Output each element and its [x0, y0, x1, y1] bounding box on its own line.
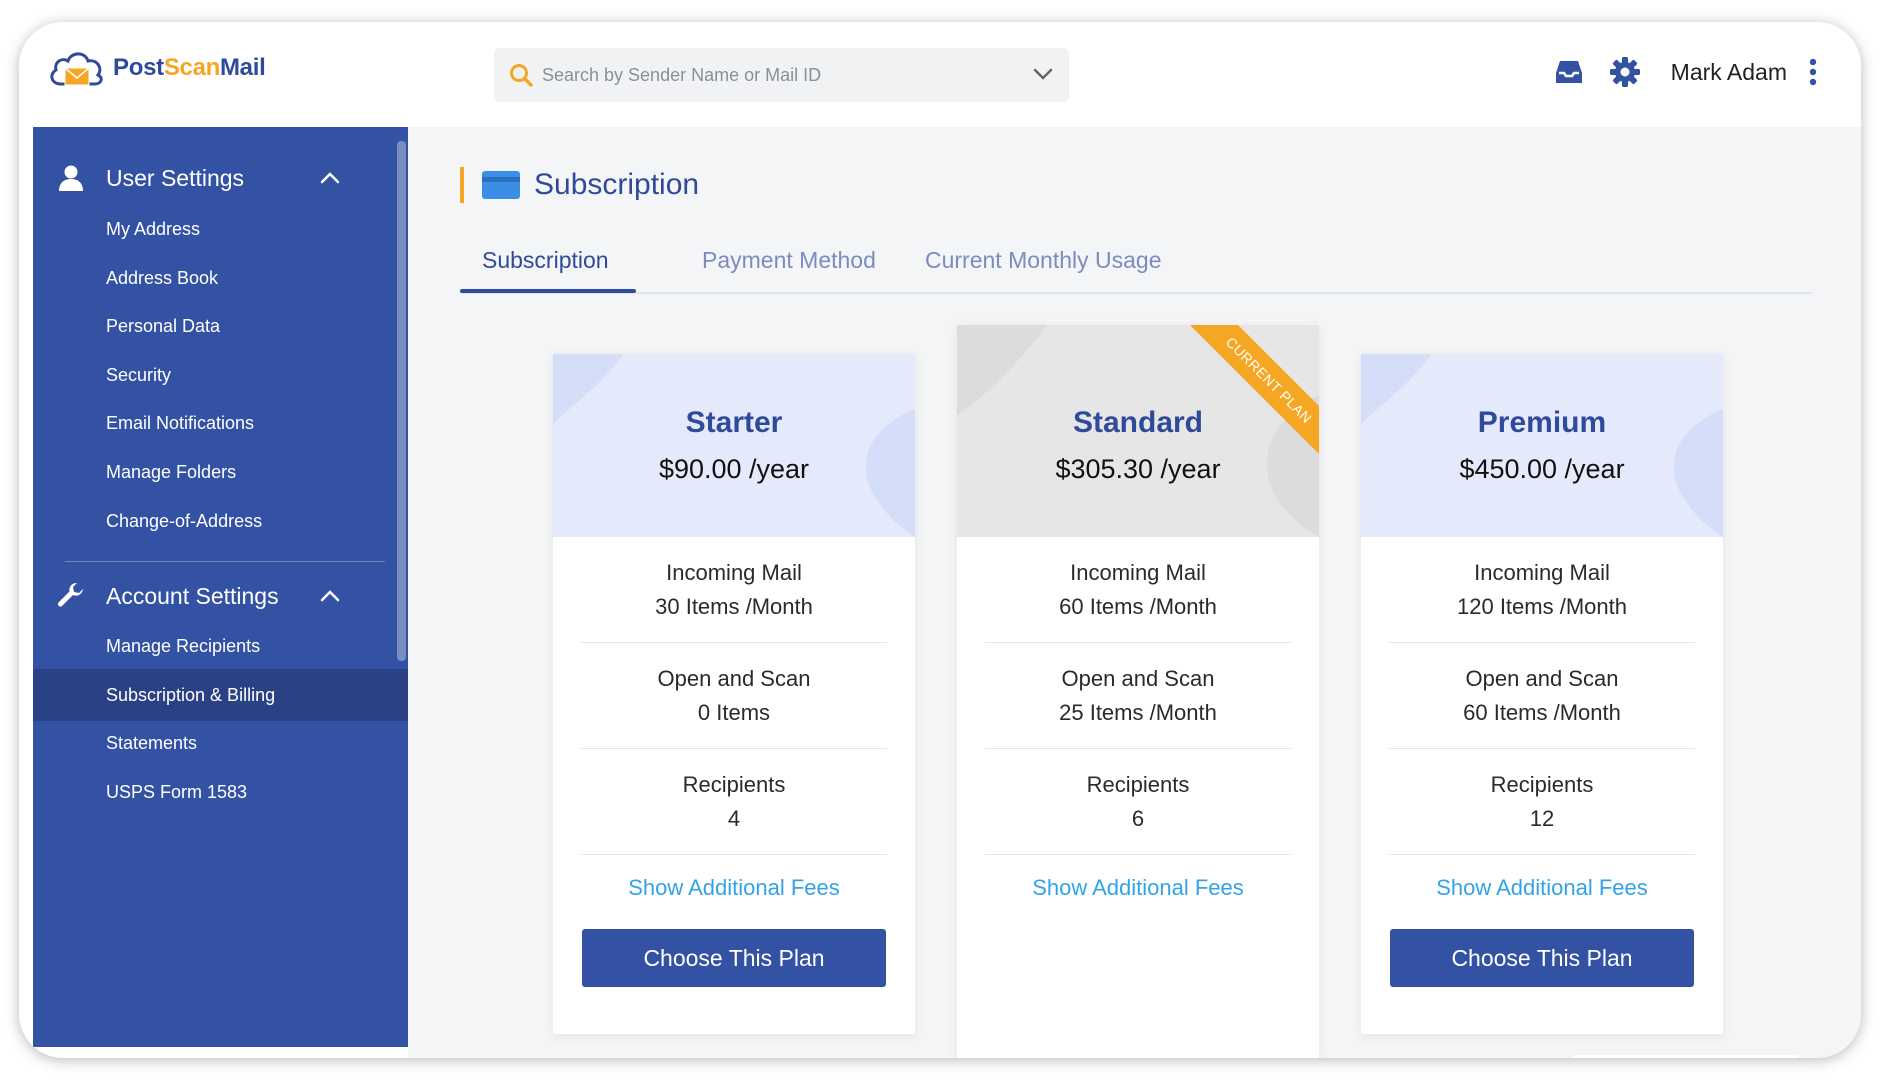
show-additional-fees-link[interactable]: Show Additional Fees — [1361, 875, 1723, 901]
plan-card-header: Standard $305.30 /year CURRENT PLAN — [957, 325, 1319, 537]
sidebar-item-usps-form-1583[interactable]: USPS Form 1583 — [33, 766, 408, 818]
sidebar-section-account-settings[interactable]: Account Settings — [33, 567, 408, 625]
tab-current-monthly-usage[interactable]: Current Monthly Usage — [925, 247, 1162, 274]
inbox-icon[interactable] — [1549, 52, 1589, 92]
sidebar-item-manage-recipients[interactable]: Manage Recipients — [33, 620, 408, 672]
app-window: PostScanMail Search by Sender Name or Ma… — [19, 22, 1861, 1058]
sidebar-item-email-notifications[interactable]: Email Notifications — [33, 397, 408, 449]
sidebar-item-personal-data[interactable]: Personal Data — [33, 300, 408, 352]
decorative-strip — [1573, 1055, 1798, 1058]
brand-logo[interactable]: PostScanMail — [47, 44, 266, 92]
title-accent-bar — [460, 167, 464, 203]
header-actions: Mark Adam — [1533, 52, 1823, 92]
feature-incoming-mail: Incoming Mail 120 Items /Month — [1389, 537, 1695, 643]
plan-card-header: Starter $90.00 /year — [553, 354, 915, 537]
sidebar-item-my-address[interactable]: My Address — [33, 203, 408, 255]
search-icon — [506, 60, 536, 90]
active-tab-indicator — [460, 289, 636, 293]
user-icon — [55, 162, 87, 194]
sidebar-item-statements[interactable]: Statements — [33, 717, 408, 769]
section-label: Account Settings — [106, 582, 279, 609]
feature-recipients: Recipients 6 — [985, 749, 1291, 855]
search-box[interactable] — [494, 48, 1069, 102]
feature-recipients: Recipients 4 — [581, 749, 887, 855]
top-header: PostScanMail Search by Sender Name or Ma… — [19, 22, 1861, 127]
main-content: Subscription Subscription Payment Method… — [408, 127, 1861, 1058]
plan-name: Starter — [685, 406, 783, 439]
feature-open-and-scan: Open and Scan 60 Items /Month — [1389, 643, 1695, 749]
show-additional-fees-link[interactable]: Show Additional Fees — [957, 875, 1319, 901]
wrench-icon — [55, 580, 87, 612]
decorative-wave — [1361, 354, 1723, 537]
page-title: Subscription — [534, 168, 700, 201]
sidebar-divider — [65, 561, 385, 562]
user-name[interactable]: Mark Adam — [1671, 59, 1787, 86]
choose-plan-button[interactable]: Choose This Plan — [582, 929, 886, 987]
plan-card-starter: Starter $90.00 /year Incoming Mail 30 Ite… — [553, 354, 915, 1034]
plan-price: $305.30 /year — [1055, 454, 1221, 484]
sidebar-item-manage-folders[interactable]: Manage Folders — [33, 446, 408, 498]
chevron-up-icon[interactable] — [318, 166, 342, 190]
choose-plan-button[interactable]: Choose This Plan — [1390, 929, 1694, 987]
plan-card-standard: Standard $305.30 /year CURRENT PLAN Inco… — [957, 325, 1319, 1058]
plan-card-premium: Premium $450.00 /year Incoming Mail 120 I… — [1361, 354, 1723, 1034]
kebab-menu-icon[interactable] — [1803, 52, 1823, 92]
tab-payment-method[interactable]: Payment Method — [702, 247, 876, 274]
tab-bar: Subscription Payment Method Current Mont… — [460, 239, 1812, 294]
feature-open-and-scan: Open and Scan 0 Items — [581, 643, 887, 749]
search-input[interactable] — [542, 64, 1012, 86]
gear-icon[interactable] — [1605, 52, 1645, 92]
decorative-wave — [553, 354, 915, 537]
sidebar-section-user-settings[interactable]: User Settings — [33, 149, 408, 207]
feature-recipients: Recipients 12 — [1389, 749, 1695, 855]
chevron-down-icon[interactable] — [1031, 62, 1055, 91]
sidebar-item-subscription-billing[interactable]: Subscription & Billing — [33, 669, 408, 721]
show-additional-fees-link[interactable]: Show Additional Fees — [553, 875, 915, 901]
brand-name: PostScanMail — [113, 54, 266, 81]
plan-card-header: Premium $450.00 /year — [1361, 354, 1723, 537]
feature-open-and-scan: Open and Scan 25 Items /Month — [985, 643, 1291, 749]
feature-incoming-mail: Incoming Mail 60 Items /Month — [985, 537, 1291, 643]
cloud-mail-logo-icon — [50, 52, 103, 86]
sidebar-item-address-book[interactable]: Address Book — [33, 252, 408, 304]
plan-name: Premium — [1477, 406, 1607, 439]
sidebar: User Settings My Address Address Book Pe… — [33, 127, 408, 1047]
plan-name: Standard — [1072, 406, 1204, 439]
sidebar-item-security[interactable]: Security — [33, 349, 408, 401]
feature-incoming-mail: Incoming Mail 30 Items /Month — [581, 537, 887, 643]
credit-card-icon — [482, 171, 520, 199]
tab-subscription[interactable]: Subscription — [482, 247, 609, 274]
plan-price: $450.00 /year — [1459, 454, 1625, 484]
chevron-up-icon[interactable] — [318, 584, 342, 608]
page-header: Subscription — [460, 167, 699, 203]
sidebar-item-change-of-address[interactable]: Change-of-Address — [33, 495, 408, 547]
plan-price: $90.00 /year — [658, 454, 810, 484]
section-label: User Settings — [106, 164, 245, 191]
